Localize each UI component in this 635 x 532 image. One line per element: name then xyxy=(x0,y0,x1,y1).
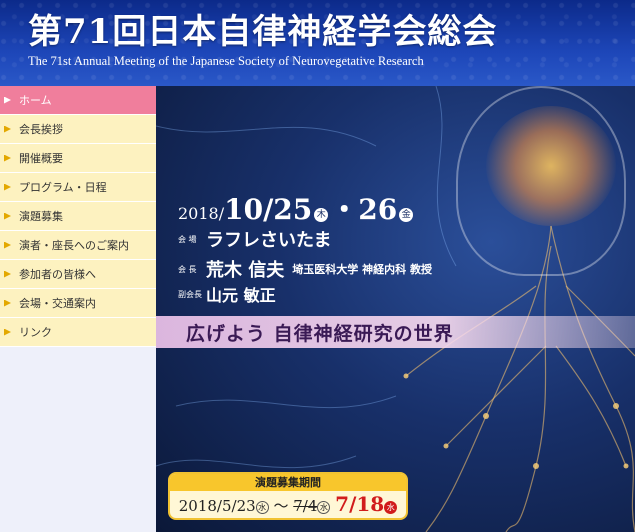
site-header: 第71回日本自律神経学会総会 The 71st Annual Meeting o… xyxy=(0,0,635,86)
deadline-start: 2018/5/23 xyxy=(178,497,256,515)
nav-item-label: リンク xyxy=(19,326,52,339)
abstract-deadline-box[interactable]: 演題募集期間 2018/5/23 水 〜 7/4 水 7/18 水 xyxy=(168,472,408,520)
president-label: 会 長 xyxy=(178,264,197,274)
arrow-bullet-icon xyxy=(4,270,11,278)
deadline-dates: 2018/5/23 水 〜 7/4 水 7/18 水 xyxy=(170,491,406,518)
deadline-tilde: 〜 xyxy=(273,497,289,515)
date-year: 2018/ xyxy=(178,204,225,223)
venue-row: 会 場ラフレさいたま xyxy=(178,226,331,252)
vice-label: 副会長 xyxy=(178,289,202,299)
arrow-bullet-icon xyxy=(4,125,11,133)
nav-item-label: プログラム・日程 xyxy=(19,181,107,194)
nav-item-abstracts[interactable]: 演題募集 xyxy=(0,202,156,231)
arrow-bullet-icon xyxy=(4,299,11,307)
nav-item-label: 参加者の皆様へ xyxy=(19,268,96,281)
arrow-bullet-icon xyxy=(4,212,11,220)
nav-item-access[interactable]: 会場・交通案内 xyxy=(0,289,156,318)
nav-item-label: 演者・座長へのご案内 xyxy=(19,239,129,252)
president-name: 荒木 信夫 xyxy=(206,260,285,281)
meeting-dates: 2018/10/25 木・26 金 xyxy=(178,188,415,228)
vice-president-name: 山元 敏正 xyxy=(206,286,276,305)
date-day1: 10/25 xyxy=(224,193,313,226)
venue-name: ラフレさいたま xyxy=(206,230,332,251)
president-row: 会 長荒木 信夫 埼玉医科大学 神経内科 教授 xyxy=(178,256,432,282)
nav-item-label: 開催概要 xyxy=(19,152,63,165)
arrow-bullet-icon xyxy=(4,183,11,191)
nav-item-program[interactable]: プログラム・日程 xyxy=(0,173,156,202)
nav-item-speakers[interactable]: 演者・座長へのご案内 xyxy=(0,231,156,260)
deadline-title: 演題募集期間 xyxy=(170,474,406,491)
date-day2: 26 xyxy=(358,193,398,226)
site-title[interactable]: 第71回日本自律神経学会総会 xyxy=(28,4,497,53)
nav-item-label: 会場・交通案内 xyxy=(19,297,96,310)
weekday-badge: 水 xyxy=(384,500,398,514)
arrow-bullet-icon xyxy=(4,328,11,336)
vice-president-row: 副会長 山元 敏正 xyxy=(178,282,276,306)
weekday-badge: 水 xyxy=(255,500,269,514)
nav-item-label: 演題募集 xyxy=(19,210,63,223)
venue-label: 会 場 xyxy=(178,234,197,244)
deadline-old-end: 7/4 水 xyxy=(293,497,331,515)
sidebar-background xyxy=(0,347,156,532)
nav-item-participants[interactable]: 参加者の皆様へ xyxy=(0,260,156,289)
president-affiliation: 埼玉医科大学 神経内科 教授 xyxy=(292,263,432,276)
nav-item-links[interactable]: リンク xyxy=(0,318,156,347)
nav-item-label: ホーム xyxy=(19,94,52,107)
weekday-badge: 金 xyxy=(399,207,414,222)
arrow-bullet-icon xyxy=(4,241,11,249)
arrow-bullet-icon xyxy=(4,154,11,162)
nav-item-greeting[interactable]: 会長挨拶 xyxy=(0,115,156,144)
sidebar-nav: ホーム 会長挨拶 開催概要 プログラム・日程 演題募集 演者・座長へのご案内 参… xyxy=(0,86,156,532)
tagline-banner: 広げよう 自律神経研究の世界 xyxy=(156,316,635,348)
weekday-badge: 木 xyxy=(314,207,329,222)
nav-item-home[interactable]: ホーム xyxy=(0,86,156,115)
brain-glow xyxy=(486,106,616,226)
hero-banner: 2018/10/25 木・26 金 会 場ラフレさいたま 会 長荒木 信夫 埼玉医科大… xyxy=(156,86,635,532)
nav-item-overview[interactable]: 開催概要 xyxy=(0,144,156,173)
site-subtitle: The 71st Annual Meeting of the Japanese … xyxy=(28,54,424,68)
date-separator: ・ xyxy=(330,193,359,226)
nav-item-label: 会長挨拶 xyxy=(19,123,63,136)
arrow-bullet-icon xyxy=(4,96,11,104)
deadline-new-end: 7/18 xyxy=(335,492,385,516)
